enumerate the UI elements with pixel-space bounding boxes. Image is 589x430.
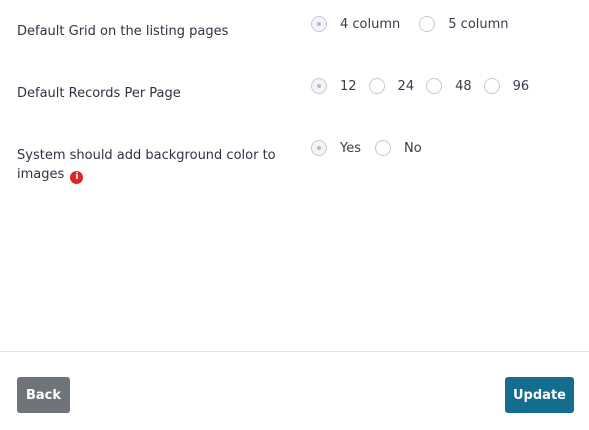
grid-radio-group: 4 column 5 column: [311, 14, 509, 34]
records-option-label: 48: [455, 78, 472, 94]
records-radio-group: 12 24 48 96: [311, 76, 529, 96]
records-radio-24[interactable]: [368, 78, 385, 94]
records-option-24[interactable]: 24: [368, 78, 415, 94]
records-radio-48[interactable]: [426, 78, 443, 94]
grid-option-5-column[interactable]: 5 column: [419, 16, 509, 32]
grid-radio-5-column[interactable]: [419, 16, 436, 32]
records-setting-label: Default Records Per Page: [17, 84, 287, 103]
records-option-96[interactable]: 96: [483, 78, 530, 94]
grid-setting-label: Default Grid on the listing pages: [17, 22, 287, 41]
background-option-no[interactable]: No: [375, 140, 422, 156]
records-radio-96[interactable]: [483, 78, 500, 94]
records-option-label: 12: [340, 78, 357, 94]
background-setting-label: System should add background color to im…: [17, 146, 287, 184]
grid-radio-4-column[interactable]: [311, 16, 327, 32]
records-setting-label-text: Default Records Per Page: [17, 86, 181, 101]
records-option-48[interactable]: 48: [426, 78, 472, 94]
background-option-label: No: [404, 140, 422, 156]
background-setting-label-text: System should add background color to im…: [17, 148, 276, 182]
footer-divider: [0, 351, 589, 352]
background-option-label: Yes: [340, 140, 361, 156]
records-option-label: 24: [397, 78, 415, 94]
background-radio-no[interactable]: [375, 140, 391, 156]
background-radio-yes[interactable]: [311, 140, 327, 156]
records-option-label: 96: [512, 78, 530, 94]
info-icon[interactable]: i: [70, 171, 84, 184]
background-radio-group: Yes No: [311, 138, 422, 158]
grid-setting-label-text: Default Grid on the listing pages: [17, 24, 229, 39]
records-option-12[interactable]: 12: [311, 78, 357, 94]
background-option-yes[interactable]: Yes: [311, 140, 361, 156]
update-button[interactable]: Update: [505, 377, 574, 413]
back-button[interactable]: Back: [17, 377, 70, 413]
grid-option-4-column[interactable]: 4 column: [311, 16, 400, 32]
records-radio-12[interactable]: [311, 78, 327, 94]
grid-option-label: 4 column: [340, 16, 401, 32]
grid-option-label: 5 column: [448, 16, 509, 32]
